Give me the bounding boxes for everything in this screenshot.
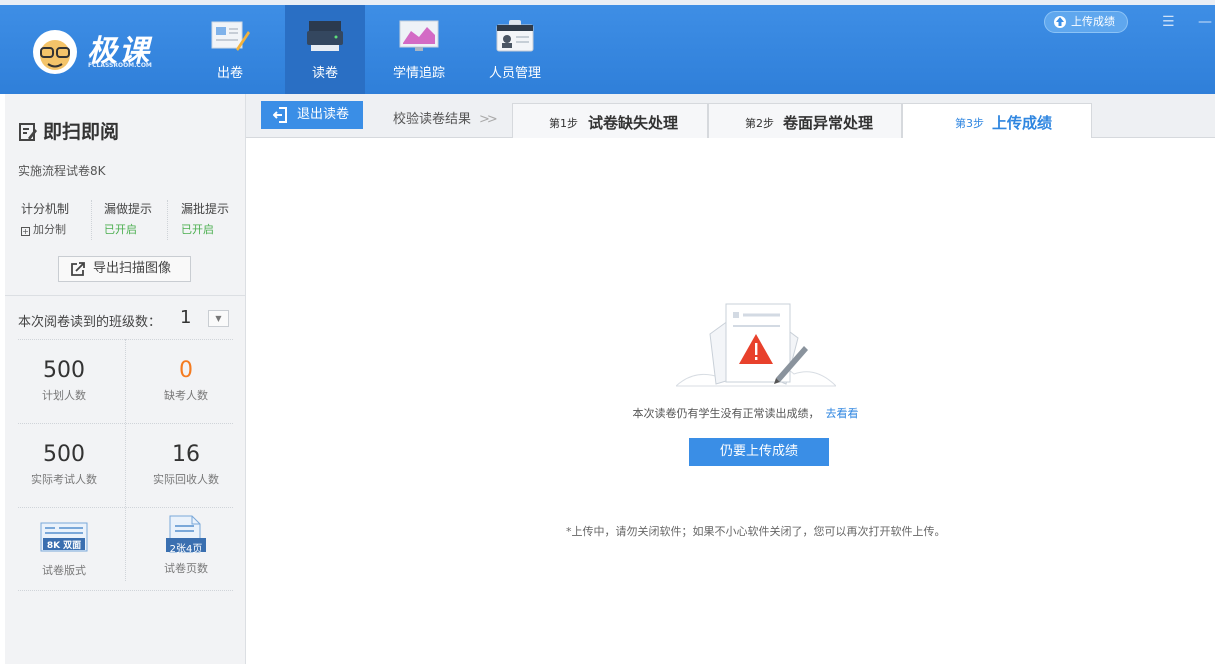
stats-grid-divider [125,339,126,581]
upload-hint: *上传中，请勿关闭软件；如果不小心软件关闭了，您可以再次打开软件上传。 [566,525,946,538]
minimize-icon[interactable]: — [1198,14,1212,30]
double-chevron-right-icon: >> [479,112,498,127]
export-scan-images-label: 导出扫描图像 [93,261,172,276]
setting-missing-grade: 漏批提示 已开启 [167,200,243,240]
sidebar-divider [5,295,245,296]
setting-scoring-value[interactable]: + 加分制 [21,221,91,237]
setting-scoring: 计分机制 + 加分制 [21,200,91,240]
verify-results-breadcrumb[interactable]: 校验读卷结果 >> [393,108,498,127]
scanner-icon [307,21,343,51]
upload-panel: 本次读卷仍有学生没有正常读出成绩， 去看看 仍要上传成绩 *上传中，请勿关闭软件；… [246,138,1215,664]
class-count-dropdown[interactable]: ▼ [208,310,229,327]
stat-planned-value: 500 [43,358,85,383]
stats-grid-line [18,507,233,508]
export-scan-images-button[interactable]: 导出扫描图像 [58,256,191,282]
brand-domain: FCLASSROOM.COM [88,62,152,69]
chart-monitor-icon [399,20,439,51]
app-header: 极课 FCLASSROOM.COM 出卷 读卷 学情追踪 人员管理 上传成绩 ☰… [0,0,1215,94]
app-logo: 极课 FCLASSROOM.COM [30,22,170,78]
verify-results-label: 校验读卷结果 [393,112,472,127]
missing-scores-notice: 本次读卷仍有学生没有正常读出成绩， 去看看 [246,405,1215,421]
nav-read-label: 读卷 [311,66,338,81]
edit-document-icon [19,123,37,141]
setting-scoring-text: 加分制 [33,223,66,236]
sidebar-title: 即扫即阅 [19,117,119,144]
nav-staff-label: 人员管理 [488,66,541,81]
mascot-logo-icon [33,30,77,74]
nav-compose-label: 出卷 [216,66,243,81]
view-missing-link[interactable]: 去看看 [826,407,859,420]
paper-format-label: 试卷版式 [42,564,86,577]
class-count-label: 本次阅卷读到的班级数： [18,315,162,330]
stat-planned-label: 计划人数 [42,389,86,402]
nav-compose[interactable]: 出卷 [190,5,270,94]
tab-step-1-number: 第1步 [549,117,578,130]
header-upload-label: 上传成绩 [1071,15,1115,28]
paper-pages: 2张4页 试卷页数 [133,514,239,576]
setting-scoring-label: 计分机制 [21,202,70,216]
exam-name: 实施流程试卷8K [18,164,106,178]
compose-paper-icon [211,21,250,51]
nav-tracking-label: 学情追踪 [392,66,445,81]
window-titlebar [0,0,1215,5]
setting-missing-answer-value[interactable]: 已开启 [104,221,167,237]
setting-missing-grade-label: 漏批提示 [181,202,230,216]
stat-absent-label: 缺考人数 [164,389,208,402]
setting-missing-answer: 漏做提示 已开启 [91,200,167,240]
tab-step-3-name: 上传成绩 [992,114,1053,132]
nav-read[interactable]: 读卷 [285,5,365,94]
stats-grid-line [18,339,233,340]
exit-reading-button[interactable]: 退出读卷 [261,101,363,129]
tab-step-1[interactable]: 第1步 试卷缺失处理 [512,103,708,138]
step-toolbar: 退出读卷 校验读卷结果 >> 第1步 试卷缺失处理 第2步 卷面异常处理 第3步 … [246,94,1215,139]
tab-step-3-number: 第3步 [955,117,984,130]
tab-step-2-name: 卷面异常处理 [783,114,874,132]
paper-format-badge: 8K 双面 [46,541,82,551]
tab-step-1-name: 试卷缺失处理 [588,114,679,132]
sidebar-title-text: 即扫即阅 [43,121,120,143]
stat-collected-value: 16 [172,442,200,467]
stats-grid-line [18,423,233,424]
nav-tracking[interactable]: 学情追踪 [379,5,459,94]
paper-format: 8K 双面 试卷版式 [11,522,117,578]
paper-pages-badge: 2张4页 [169,544,203,555]
upload-anyway-button[interactable]: 仍要上传成绩 [689,438,829,466]
nav-staff[interactable]: 人员管理 [475,5,555,94]
paper-pages-label: 试卷页数 [164,562,208,575]
stat-collected: 16 实际回收人数 [133,442,239,487]
tab-step-2[interactable]: 第2步 卷面异常处理 [708,103,902,138]
grading-settings: 计分机制 + 加分制 漏做提示 已开启 漏批提示 已开启 [11,200,241,240]
missing-scores-text: 本次读卷仍有学生没有正常读出成绩， [632,407,820,420]
stat-absent[interactable]: 0 缺考人数 [133,358,239,403]
stat-absent-value: 0 [179,358,193,383]
class-count-value: 1 [180,307,192,328]
id-card-icon [496,20,534,52]
setting-missing-answer-label: 漏做提示 [104,202,153,216]
tab-step-2-number: 第2步 [745,117,774,130]
plus-box-icon: + [21,227,30,236]
header-upload-button[interactable]: 上传成绩 [1044,11,1128,33]
export-icon [71,262,85,276]
stat-collected-label: 实际回收人数 [153,473,219,486]
exit-reading-label: 退出读卷 [297,107,350,122]
warning-document-illustration [676,303,836,387]
stat-attended: 500 实际考试人数 [11,442,117,487]
tab-step-3[interactable]: 第3步 上传成绩 [902,103,1092,139]
sidebar: 即扫即阅 实施流程试卷8K 计分机制 + 加分制 漏做提示 已开启 漏批提示 已开… [5,94,246,664]
stats-grid-line [18,590,233,591]
class-count-row: 本次阅卷读到的班级数： 1 ▼ [18,307,229,330]
menu-icon[interactable]: ☰ [1162,14,1175,30]
setting-missing-grade-value[interactable]: 已开启 [181,221,243,237]
upload-arrow-icon [1054,16,1066,28]
stat-attended-label: 实际考试人数 [31,473,97,486]
exit-door-icon [273,107,287,123]
stat-planned: 500 计划人数 [11,358,117,403]
stat-attended-value: 500 [43,442,85,467]
